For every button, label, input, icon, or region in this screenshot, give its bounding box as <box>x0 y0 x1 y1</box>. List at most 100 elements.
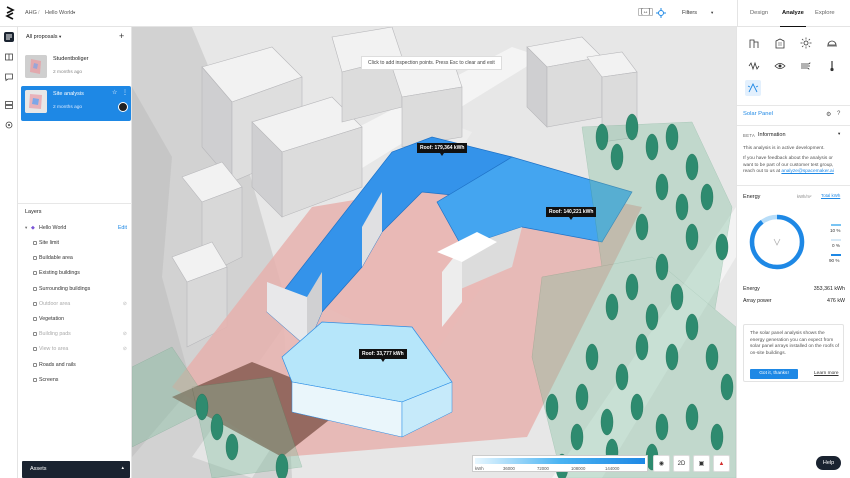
noise-icon[interactable] <box>748 60 760 72</box>
edit-layers-button[interactable]: Edit <box>118 225 127 231</box>
layer-toggle-icon[interactable] <box>33 362 37 367</box>
layer-item[interactable]: Site limit <box>25 238 129 250</box>
eye-icon[interactable]: ◉ <box>653 455 670 472</box>
tree <box>655 413 669 441</box>
chevron-down-icon[interactable]: ▾ <box>25 225 27 231</box>
layer-label: Vegetation <box>39 316 65 322</box>
comment-icon[interactable] <box>4 72 14 82</box>
gear-icon[interactable] <box>4 120 14 130</box>
feedback-email-link[interactable]: analyze@spacemaker.ai <box>781 169 833 174</box>
map-scene[interactable] <box>132 27 736 478</box>
compare-icon[interactable] <box>4 100 14 110</box>
layer-item[interactable]: Outdoor area ⊘ <box>25 299 129 311</box>
hidden-eye-icon[interactable]: ⊘ <box>123 331 127 337</box>
all-proposals-dropdown[interactable]: All proposals ▾ <box>26 34 61 40</box>
proposal-name: Studentboliger <box>53 56 89 62</box>
tree <box>625 113 639 141</box>
map-3d-viewport[interactable]: Click to add inspection points. Press Es… <box>132 27 736 478</box>
thermometer-icon[interactable] <box>826 60 838 72</box>
breadcrumb-separator: / <box>38 10 40 16</box>
tree <box>705 343 719 371</box>
divider <box>737 0 738 27</box>
inspection-target-icon[interactable] <box>656 8 666 18</box>
layer-toggle-icon[interactable] <box>33 271 37 276</box>
chevron-down-icon[interactable]: ▾ <box>73 10 75 16</box>
layer-toggle-icon[interactable] <box>33 286 37 291</box>
add-proposal-button[interactable]: + <box>119 31 124 41</box>
tab-analyze[interactable]: Analyze <box>780 10 806 28</box>
view-icon[interactable] <box>774 60 786 72</box>
hidden-eye-icon[interactable]: ⊘ <box>123 301 127 307</box>
fit-view-icon[interactable]: [↔] <box>638 8 654 16</box>
tree <box>635 333 649 361</box>
sunlight-hours-icon[interactable] <box>826 37 838 49</box>
tree <box>575 383 589 411</box>
hidden-eye-icon[interactable]: ⊘ <box>123 346 127 352</box>
breadcrumb-org[interactable]: AHG <box>25 10 37 16</box>
wind-icon[interactable] <box>800 60 812 72</box>
proposal-name: Site analysis <box>53 91 84 97</box>
layer-toggle-icon[interactable] <box>33 241 37 245</box>
unit-option-kwh-m2[interactable]: kWh/m² <box>797 194 811 199</box>
toggle-2d-button[interactable]: 2D <box>673 455 690 472</box>
compass-icon[interactable]: ▲ <box>713 455 730 472</box>
unit-option-total-kwh[interactable]: Total kWh <box>821 193 840 198</box>
chevron-down-icon[interactable]: ▾ <box>711 10 713 16</box>
more-vertical-icon[interactable]: ⋮ <box>122 89 128 96</box>
roof-energy-label: Roof: 179,364 kWh <box>417 143 468 156</box>
divider <box>737 105 850 106</box>
proposals-rail-button[interactable] <box>4 32 14 42</box>
layer-toggle-icon[interactable] <box>33 347 37 352</box>
tree <box>615 363 629 391</box>
layer-item[interactable]: Vegetation <box>25 314 129 326</box>
avatar[interactable] <box>118 102 128 112</box>
book-icon[interactable] <box>4 52 14 62</box>
tree <box>585 343 599 371</box>
tree <box>625 273 639 301</box>
tab-explore[interactable]: Explore <box>815 10 835 16</box>
layer-item[interactable]: Buildable area <box>25 253 129 265</box>
chevron-down-icon[interactable]: ▾ <box>838 131 840 137</box>
solar-panel-analysis-button[interactable] <box>745 80 761 96</box>
layer-label: Building pads <box>39 331 71 338</box>
tree <box>715 233 729 261</box>
daylight-analysis-icon[interactable] <box>774 37 786 49</box>
buildings-analysis-icon[interactable] <box>748 37 760 49</box>
tab-design[interactable]: Design <box>750 10 768 16</box>
sun-icon[interactable] <box>800 37 812 49</box>
learn-more-link[interactable]: Learn more <box>814 371 839 376</box>
layer-item[interactable]: Roads and rails <box>25 360 129 372</box>
layer-toggle-icon[interactable] <box>33 332 37 337</box>
energy-legend: kWh 36000 72000 108000 144000 <box>472 455 648 472</box>
gear-icon[interactable]: ⚙ <box>826 111 831 118</box>
layer-toggle-icon[interactable] <box>33 301 37 306</box>
layer-toggle-icon[interactable] <box>33 256 37 261</box>
legend-tick: 36000 <box>503 465 515 471</box>
proposal-item[interactable]: Studentboliger 2 months ago <box>21 51 131 86</box>
layer-item[interactable]: Building pads ⊘ <box>25 329 129 341</box>
proposal-item-selected[interactable]: Site analysis 2 months ago ☆ ⋮ <box>21 86 131 121</box>
filters-button[interactable]: Filters <box>682 10 697 16</box>
star-icon[interactable]: ☆ <box>112 89 117 96</box>
help-circle-icon[interactable]: ? <box>837 111 840 117</box>
tree <box>225 433 239 461</box>
layer-item[interactable]: Existing buildings <box>25 268 129 280</box>
layer-toggle-icon[interactable] <box>33 317 37 321</box>
help-button[interactable]: Help <box>816 456 841 470</box>
layer-root[interactable]: ▾ ◆ Hello World Edit <box>25 223 129 235</box>
tree <box>195 393 209 421</box>
camera-icon[interactable]: ▣ <box>693 455 710 472</box>
layer-item[interactable]: Surrounding buildings <box>25 284 129 296</box>
assets-panel-toggle[interactable]: Assets ▴ <box>22 461 130 478</box>
got-it-button[interactable]: Got it, thanks! <box>750 369 798 379</box>
proposal-thumbnail <box>25 55 47 78</box>
layer-item[interactable]: View to area ⊘ <box>25 344 129 356</box>
tree <box>595 123 609 151</box>
breadcrumb-project[interactable]: Hello World <box>45 10 73 16</box>
tree <box>210 413 224 441</box>
tree <box>700 183 714 211</box>
layer-item[interactable]: Screens <box>25 375 129 387</box>
solar-panel-icon <box>747 82 759 93</box>
spacemaker-logo-icon[interactable] <box>5 6 15 21</box>
layer-toggle-icon[interactable] <box>33 377 37 382</box>
